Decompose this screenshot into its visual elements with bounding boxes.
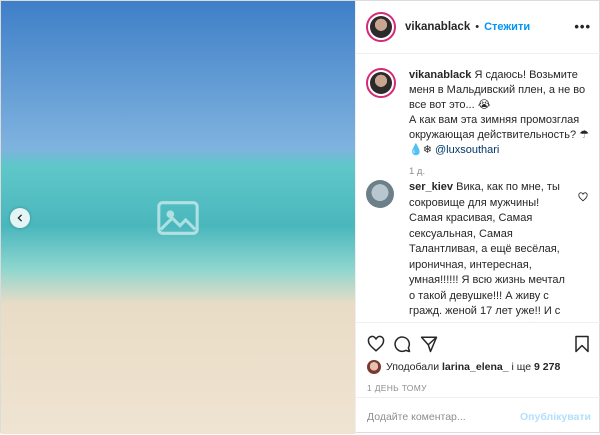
like-heart-icon[interactable] (367, 335, 385, 353)
image-icon (157, 200, 199, 235)
likes-summary: Уподобали larina_elena_ і ще 9 278 (367, 360, 560, 374)
caption-mention[interactable]: @luxsouthari (435, 144, 499, 156)
share-send-icon[interactable] (420, 335, 438, 353)
author-avatar[interactable] (366, 12, 396, 42)
more-options-icon[interactable]: ••• (574, 19, 591, 34)
commenter-avatar[interactable] (366, 180, 394, 208)
post-header: vikanablack • Стежити ••• (356, 1, 600, 54)
post-actions: Уподобали larina_elena_ і ще 9 278 1 ДЕН… (356, 322, 600, 434)
comment-body: Вика, как по мне, ты сокровище для мужчи… (409, 181, 565, 322)
post-caption: vikanablack Я сдаюсь! Возьмите меня в Ма… (366, 68, 592, 177)
carousel-prev-button[interactable] (10, 208, 30, 228)
caption-text: vikanablack Я сдаюсь! Возьмите меня в Ма… (409, 68, 592, 158)
caption-time[interactable]: 1 д. (409, 166, 592, 177)
author-username[interactable]: vikanablack (405, 21, 470, 33)
comment-input[interactable] (367, 410, 520, 423)
caption-avatar[interactable] (366, 68, 396, 98)
comment-bubble-icon[interactable] (393, 335, 411, 353)
likes-middle: і ще (511, 361, 532, 373)
post-media[interactable] (1, 1, 355, 434)
liker-username[interactable]: larina_elena_ (442, 361, 509, 373)
media-placeholder (1, 1, 355, 434)
bookmark-icon[interactable] (573, 335, 591, 353)
comments-area[interactable]: vikanablack Я сдаюсь! Возьмите меня в Ма… (356, 54, 600, 322)
commenter-username[interactable]: ser_kiev (409, 181, 453, 193)
add-comment-bar: Опублікувати (356, 397, 600, 435)
action-icons (367, 335, 591, 355)
liker-avatar[interactable] (367, 360, 381, 374)
instagram-post: vikanablack • Стежити ••• vikanablack Я … (0, 0, 600, 434)
caption-line-3: 💧❄ (409, 144, 432, 156)
chevron-left-icon (17, 214, 23, 222)
post-date[interactable]: 1 ДЕНЬ ТОМУ (367, 383, 427, 393)
likes-count[interactable]: 9 278 (534, 361, 560, 373)
separator-dot: • (475, 21, 480, 33)
comment-text: ser_kiev Вика, как по мне, ты сокровище … (409, 180, 569, 322)
heart-icon[interactable] (578, 192, 588, 202)
comment-item: ser_kiev Вика, как по мне, ты сокровище … (366, 180, 592, 322)
caption-username[interactable]: vikanablack (409, 69, 471, 81)
follow-button[interactable]: Стежити (484, 21, 530, 33)
caption-line-2: А как вам эта зимняя промозглая окружающ… (409, 114, 589, 141)
likes-prefix: Уподобали (386, 361, 440, 373)
post-sidebar: vikanablack • Стежити ••• vikanablack Я … (355, 1, 600, 434)
publish-button[interactable]: Опублікувати (520, 411, 591, 423)
